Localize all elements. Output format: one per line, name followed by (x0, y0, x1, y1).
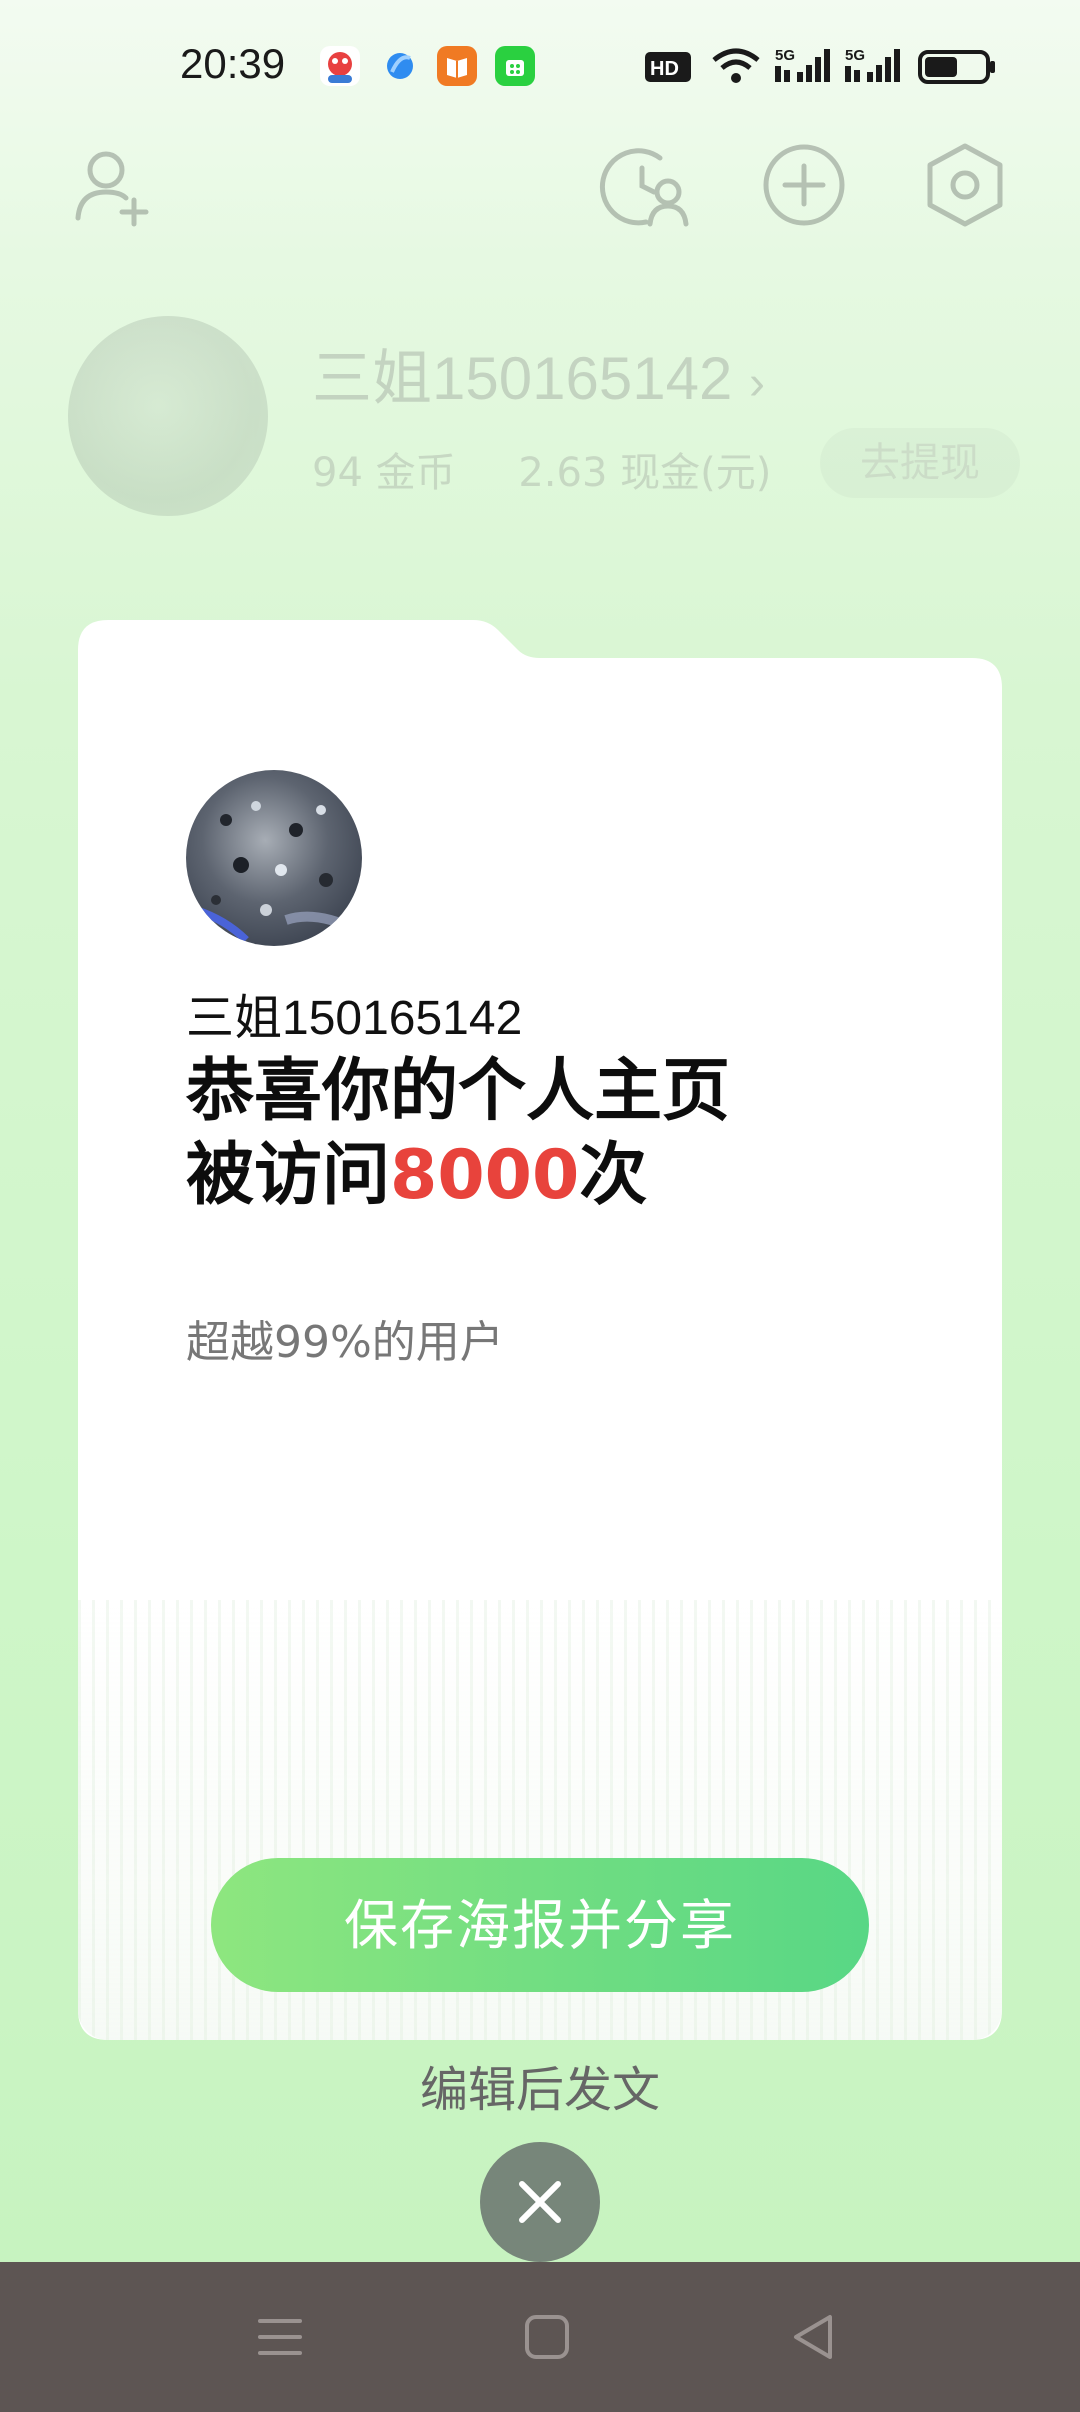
svg-text:5G: 5G (775, 47, 795, 64)
add-icon[interactable] (758, 140, 848, 230)
status-time: 20:39 (180, 40, 286, 87)
signal-5g-icon: 5G (845, 46, 901, 86)
status-bar: 20:39 HD 5G 5G (0, 0, 1080, 140)
visit-count: 8000 (390, 1136, 580, 1215)
wifi-icon (710, 46, 762, 86)
home-icon[interactable] (515, 2305, 579, 2369)
close-button[interactable] (480, 2142, 600, 2262)
headline-line-2: 被访问8000次 (186, 1136, 648, 1215)
save-share-button[interactable]: 保存海报并分享 (211, 1858, 869, 1992)
store-app-icon (495, 46, 535, 86)
avatar[interactable] (68, 316, 268, 516)
menu-icon[interactable] (248, 2305, 312, 2369)
profile-stats: 94 金币 2.63 现金(元) (312, 440, 821, 498)
coins-value[interactable]: 94 金币 (312, 450, 456, 496)
visitor-history-icon[interactable] (598, 140, 689, 230)
back-icon[interactable] (782, 2305, 846, 2369)
ranking-text: 超越99%的用户 (186, 1317, 504, 1368)
battery-icon (918, 46, 996, 86)
edit-post-link[interactable]: 编辑后发文 (0, 2050, 1080, 2120)
douyin-app-icon (320, 46, 360, 86)
poster-card: 三姐150165142 恭喜你的个人主页 被访问8000次 超越99%的用户 保… (78, 620, 1002, 2040)
profile-summary: 三姐150165142 › 94 金币 2.63 现金(元) 去提现 (0, 300, 1080, 520)
poster-username: 三姐150165142 (186, 992, 523, 1045)
poster-headline: 恭喜你的个人主页 被访问8000次 (186, 1050, 730, 1218)
navigation-bar (0, 2262, 1080, 2412)
svg-text:HD: HD (650, 58, 679, 80)
chevron-right-icon: › (749, 357, 765, 410)
signal-5g-icon: 5G (775, 46, 831, 86)
close-icon (519, 2181, 561, 2223)
withdraw-button[interactable]: 去提现 (820, 428, 1020, 498)
add-friend-icon[interactable] (68, 140, 158, 230)
svg-text:5G: 5G (845, 47, 865, 64)
settings-icon[interactable] (920, 140, 1010, 230)
headline-line-1: 恭喜你的个人主页 (186, 1052, 731, 1131)
books-app-icon (437, 46, 477, 86)
profile-username[interactable]: 三姐150165142 › (312, 330, 765, 417)
browser-app-icon (380, 46, 420, 86)
hd-icon: HD (645, 46, 691, 86)
avatar (186, 770, 362, 946)
cash-value[interactable]: 2.63 现金(元) (518, 450, 771, 496)
